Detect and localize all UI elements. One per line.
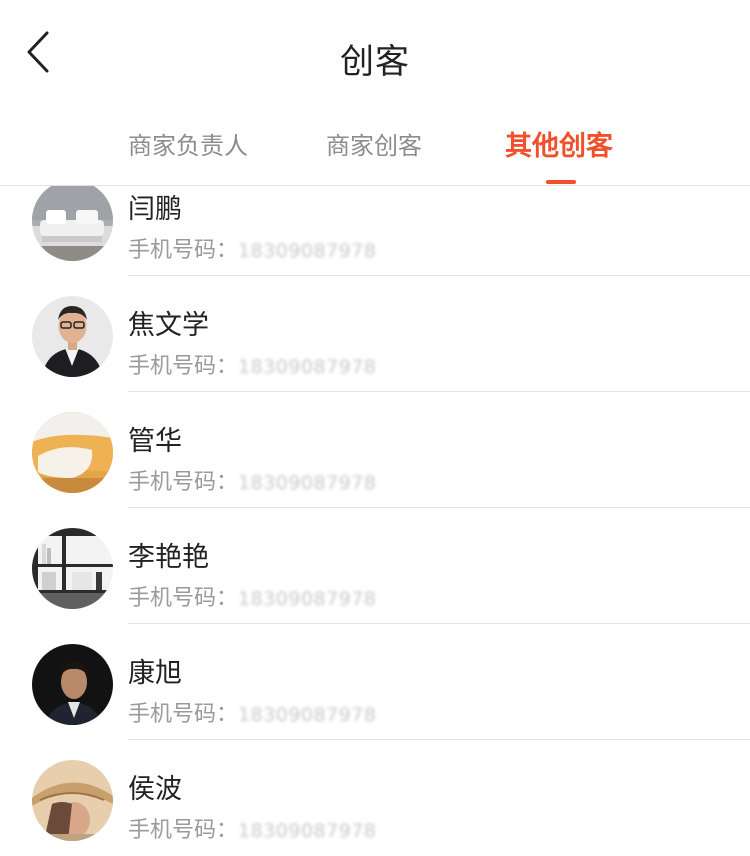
phone-label: 手机号码： <box>128 586 239 611</box>
tab-other-maker[interactable]: 其他创客 <box>505 124 613 163</box>
member-phone: 手机号码：18309087978 <box>128 348 377 380</box>
avatar <box>32 180 113 261</box>
phone-number: 18309087978 <box>238 240 377 262</box>
member-name: 康旭 <box>128 658 182 689</box>
nav-bar: 创客 <box>0 0 750 110</box>
phone-number: 18309087978 <box>238 704 377 726</box>
avatar <box>32 528 113 609</box>
member-phone: 手机号码：18309087978 <box>128 232 377 264</box>
member-phone: 手机号码：18309087978 <box>128 696 377 728</box>
list-item[interactable]: 焦文学 手机号码：18309087978 <box>0 276 750 392</box>
phone-label: 手机号码： <box>128 470 239 495</box>
phone-number: 18309087978 <box>238 356 377 378</box>
avatar <box>32 760 113 841</box>
tab-merchant-owner[interactable]: 商家负责人 <box>128 126 248 161</box>
member-name: 管华 <box>128 426 182 457</box>
tab-merchant-maker[interactable]: 商家创客 <box>326 126 422 161</box>
phone-number: 18309087978 <box>238 820 377 842</box>
avatar <box>32 412 113 493</box>
phone-label: 手机号码： <box>128 354 239 379</box>
active-tab-indicator <box>546 180 576 184</box>
phone-label: 手机号码： <box>128 818 239 843</box>
member-list: 闫鹏 手机号码：18309087978 焦文学 手机号码：18309087978 <box>0 160 750 856</box>
member-name: 闫鹏 <box>128 194 182 225</box>
member-phone: 手机号码：18309087978 <box>128 580 377 612</box>
list-item[interactable]: 李艳艳 手机号码：18309087978 <box>0 508 750 624</box>
list-item[interactable]: 康旭 手机号码：18309087978 <box>0 624 750 740</box>
page-title: 创客 <box>340 42 410 82</box>
member-name: 焦文学 <box>128 310 209 341</box>
phone-label: 手机号码： <box>128 238 239 263</box>
tab-bar: 商家负责人 商家创客 其他创客 <box>0 110 750 185</box>
phone-number: 18309087978 <box>238 588 377 610</box>
list-item[interactable]: 管华 手机号码：18309087978 <box>0 392 750 508</box>
list-item[interactable]: 侯波 手机号码：18309087978 <box>0 740 750 856</box>
member-phone: 手机号码：18309087978 <box>128 812 377 844</box>
phone-label: 手机号码： <box>128 702 239 727</box>
avatar <box>32 644 113 725</box>
phone-number: 18309087978 <box>238 472 377 494</box>
member-name: 李艳艳 <box>128 542 209 573</box>
member-phone: 手机号码：18309087978 <box>128 464 377 496</box>
divider <box>0 185 750 186</box>
avatar <box>32 296 113 377</box>
member-name: 侯波 <box>128 774 182 805</box>
